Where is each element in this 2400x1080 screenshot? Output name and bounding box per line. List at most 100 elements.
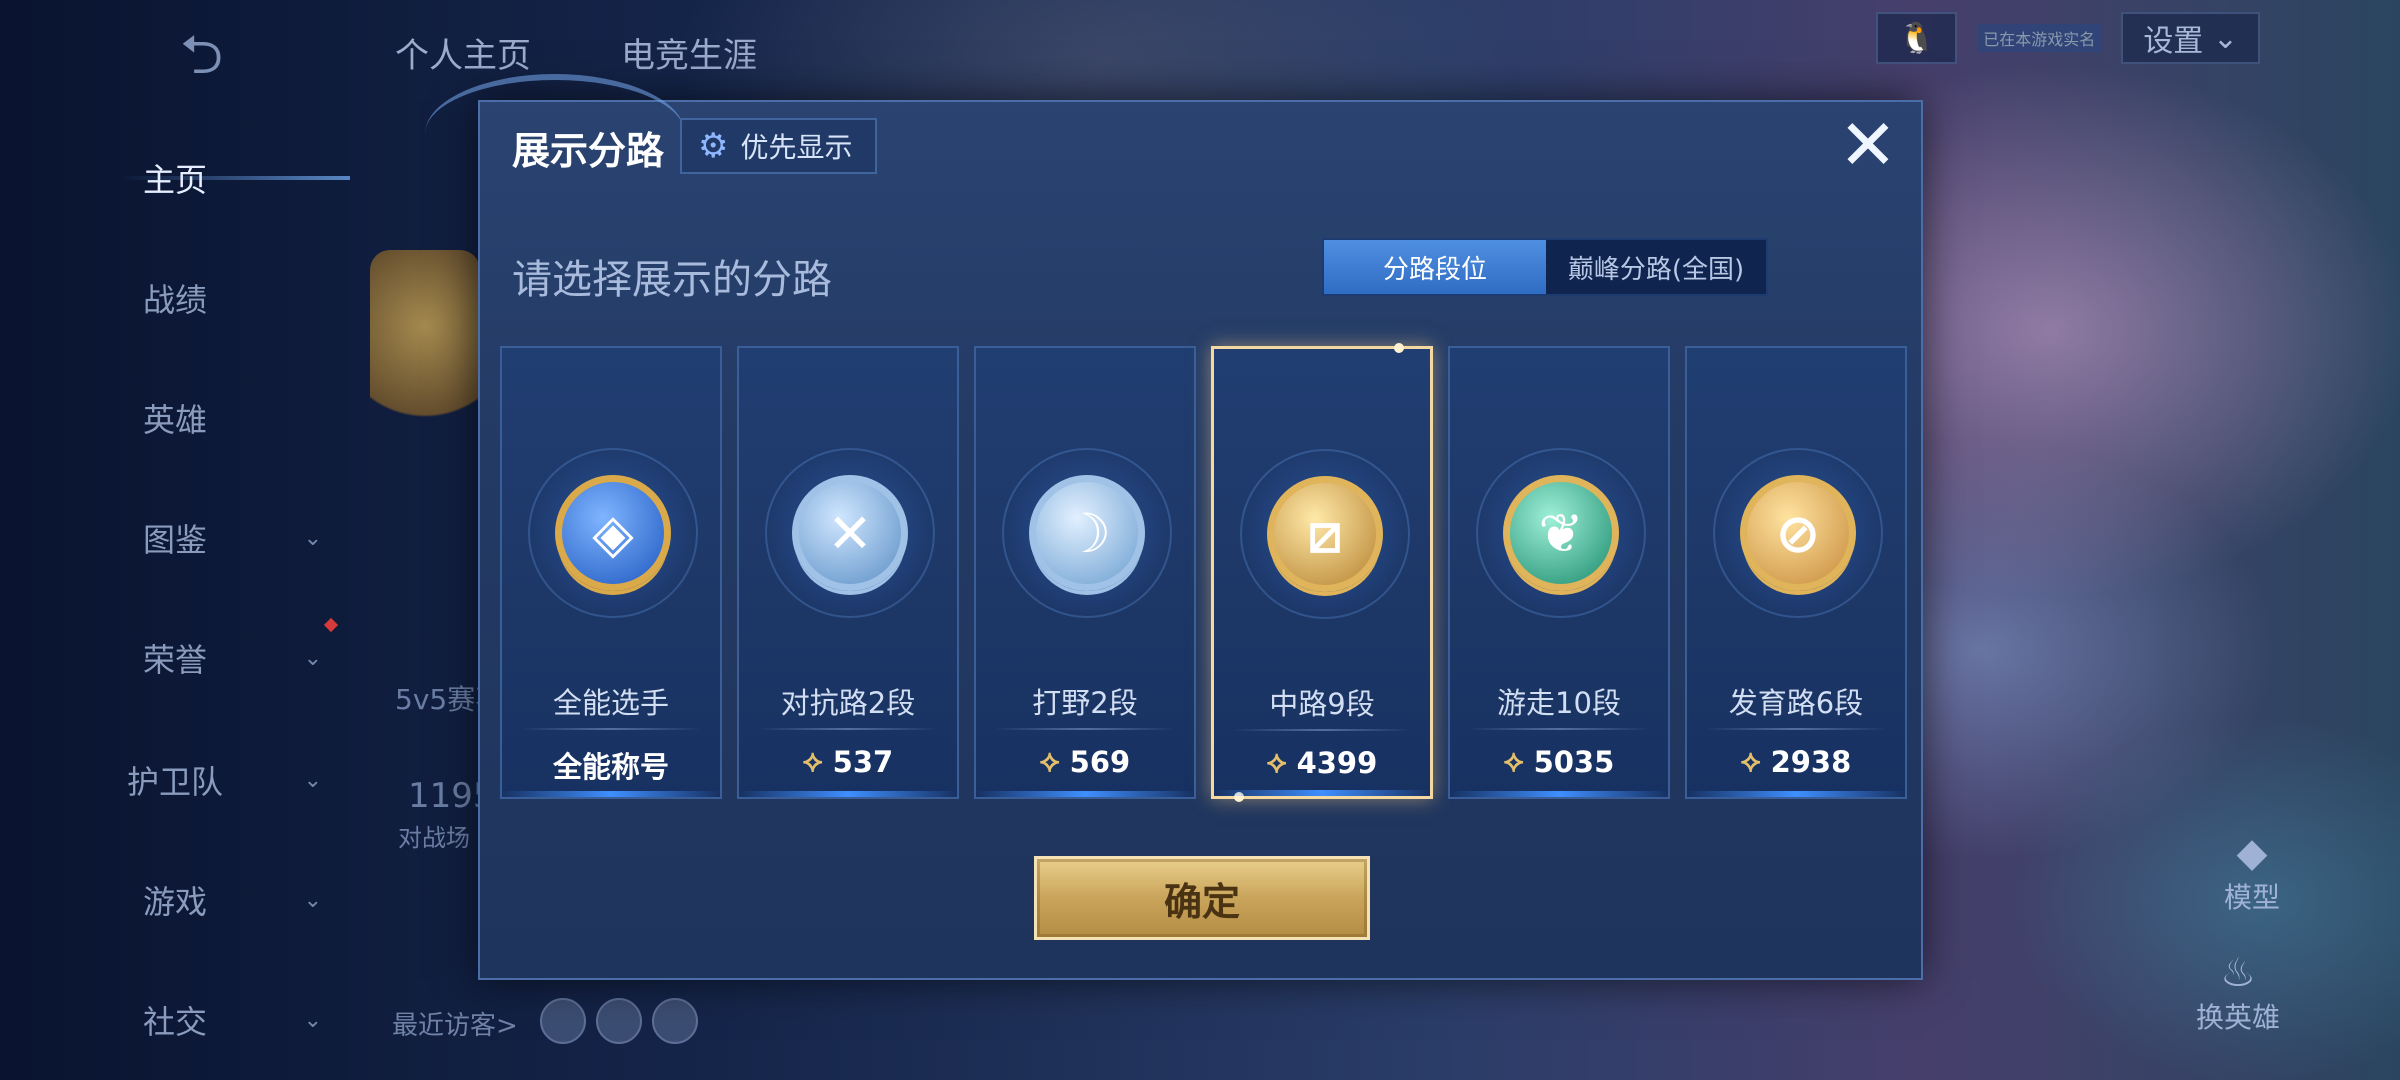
lane-card[interactable]: ✕ 对抗路2段 ⟡ 537 [737, 346, 959, 799]
jungle-emblem-icon: ☽ [1029, 475, 1145, 591]
selection-corner-dot [1234, 792, 1244, 802]
sidebar-item[interactable]: 英雄 [0, 388, 350, 448]
penguin-icon[interactable]: 🐧 [1875, 12, 1958, 64]
swap-hero-button[interactable]: ♨ 换英雄 [2196, 950, 2280, 1036]
visitor-avatar[interactable] [652, 998, 698, 1044]
lane-rank-label: 发育路6段 [1728, 686, 1864, 720]
points-icon: ⟡ [802, 744, 823, 779]
divider [757, 728, 939, 730]
sidebar-item[interactable]: 主页 [0, 148, 350, 208]
chevron-down-icon: ⌄ [303, 1007, 322, 1033]
close-icon[interactable]: ✕ [1833, 110, 1903, 182]
sidebar-item-label: 游戏 [142, 883, 207, 921]
person-icon: ◆ [2236, 830, 2268, 876]
emblem-ring: ✕ [765, 448, 935, 618]
sidebar-item-label: 战绩 [142, 281, 207, 319]
lane-value: ⟡ 2938 [1687, 744, 1905, 779]
sidebar-item[interactable]: 游戏 ⌄ [0, 870, 350, 930]
visitor-avatar[interactable] [596, 998, 642, 1044]
all-round-emblem-icon: ◈ [555, 475, 671, 591]
divider [1468, 728, 1650, 730]
lane-value: 全能称号 [502, 744, 720, 786]
lane-value: ⟡ 569 [976, 744, 1194, 779]
sidebar-item-label: 图鉴 [142, 521, 207, 559]
chevron-down-icon: ⌄ [303, 645, 322, 671]
realname-badge: 已在本游戏实名 [1977, 24, 2102, 52]
chevron-down-icon: ⌄ [303, 887, 322, 913]
priority-display-label: 优先显示 [740, 131, 853, 164]
lane-card[interactable]: ⊘ 发育路6段 ⟡ 2938 [1685, 346, 1907, 799]
lane-value: ⟡ 4399 [1214, 745, 1430, 780]
lane-rank-label: 全能选手 [552, 686, 669, 720]
lane-rank-label: 中路9段 [1269, 687, 1375, 721]
lane-card[interactable]: ◈ 全能选手全能称号 [500, 346, 722, 799]
points-icon: ⟡ [1039, 744, 1060, 779]
points-icon: ⟡ [1266, 745, 1287, 780]
sidebar-item[interactable]: 荣誉 ⌄ [0, 628, 350, 688]
lane-value-text: 569 [1069, 744, 1131, 779]
priority-display-button[interactable]: ⚙ 优先显示 [680, 118, 877, 174]
sidebar-item-label: 护卫队 [126, 763, 223, 801]
lane-value-text: 4399 [1296, 745, 1378, 780]
sidebar-item-label: 社交 [142, 1003, 207, 1041]
visitor-avatar[interactable] [540, 998, 586, 1044]
divider [1705, 728, 1887, 730]
confirm-button[interactable]: 确定 [1034, 856, 1370, 940]
sidebar-item-label: 英雄 [142, 401, 207, 439]
model-button[interactable]: ◆ 模型 [2224, 830, 2280, 916]
sidebar-item-label: 荣誉 [142, 641, 207, 679]
emblem-ring: ◈ [528, 448, 698, 618]
top-right-bar: 🐧 已在本游戏实名 设置 ⌄ [1875, 12, 2260, 64]
recent-visitors-link[interactable]: 最近访客> [392, 1005, 518, 1042]
sidebar-item[interactable]: 护卫队 ⌄ [0, 750, 350, 810]
lane-value-text: 2938 [1770, 744, 1852, 779]
sidebar-item[interactable]: 战绩 [0, 268, 350, 328]
emblem-ring: ⧄ [1240, 449, 1410, 619]
lane-value: ⟡ 5035 [1450, 744, 1668, 779]
lane-display-modal: 展示分路 ⚙ 优先显示 ✕ 请选择展示的分路 分路段位 巅峰分路(全国) ◈ 全能… [425, 74, 1923, 980]
select-prompt: 请选择展示的分路 [512, 257, 832, 303]
lane-cards: ◈ 全能选手全能称号 ✕ 对抗路2段 ⟡ 537 ☽ 打野2段 ⟡ 569 ⧄ 中路9段 ⟡ 4399 ❦ 游… [500, 343, 1907, 802]
back-arrow-icon[interactable]: ⮌ [180, 28, 280, 82]
tab-esports-career[interactable]: 电竞生涯 [621, 28, 757, 77]
sidebar-item[interactable]: 图鉴 ⌄ [0, 508, 350, 568]
top-tabs: 个人主页 电竞生涯 [395, 28, 757, 77]
lane-card[interactable]: ⧄ 中路9段 ⟡ 4399 [1211, 343, 1433, 802]
points-icon: ⟡ [1503, 744, 1524, 779]
farm-lane-emblem-icon: ⊘ [1740, 475, 1856, 591]
lane-rank-label: 打野2段 [1032, 686, 1138, 720]
left-nav: ⮌ 主页战绩英雄图鉴 ⌄ 荣誉 ⌄ 护卫队 ⌄ 游戏 ⌄ 社交 ⌄ [0, 0, 350, 1080]
segment-lane-rank[interactable]: 分路段位 [1324, 240, 1546, 294]
segment-peak-lane[interactable]: 巅峰分路(全国) [1546, 240, 1766, 294]
chevron-down-icon: ⌄ [303, 525, 322, 551]
settings-label: 设置 [2143, 24, 2204, 59]
lane-value-text: 5035 [1533, 744, 1615, 779]
flame-icon: ♨ [2220, 950, 2256, 996]
emblem-ring: ❦ [1476, 448, 1646, 618]
sidebar-item[interactable]: 社交 ⌄ [0, 990, 350, 1050]
lane-rank-label: 游走10段 [1497, 686, 1621, 720]
lane-mode-segment: 分路段位 巅峰分路(全国) [1322, 238, 1768, 296]
gear-icon: ⚙ [698, 126, 729, 166]
lane-value-text: 全能称号 [552, 750, 669, 784]
settings-button[interactable]: 设置 ⌄ [2121, 12, 2260, 64]
points-icon: ⟡ [1740, 744, 1761, 779]
mid-lane-emblem-icon: ⧄ [1267, 476, 1383, 592]
divider [520, 728, 702, 730]
model-label: 模型 [2223, 881, 2280, 914]
emblem-ring: ☽ [1002, 448, 1172, 618]
match-field-text: 对战场 [398, 824, 470, 852]
lane-rank-label: 对抗路2段 [780, 686, 916, 720]
roam-emblem-icon: ❦ [1503, 475, 1619, 591]
lane-card[interactable]: ☽ 打野2段 ⟡ 569 [974, 346, 1196, 799]
avatar [370, 250, 480, 440]
lane-value: ⟡ 537 [739, 744, 957, 779]
modal-title: 展示分路 [512, 129, 665, 173]
chevron-down-icon: ⌄ [303, 767, 322, 793]
lane-card[interactable]: ❦ 游走10段 ⟡ 5035 [1448, 346, 1670, 799]
swap-hero-label: 换英雄 [2195, 1001, 2280, 1034]
sidebar-item-label: 主页 [142, 161, 207, 199]
divider [994, 728, 1176, 730]
tab-profile[interactable]: 个人主页 [395, 28, 531, 77]
divider [1232, 729, 1412, 731]
